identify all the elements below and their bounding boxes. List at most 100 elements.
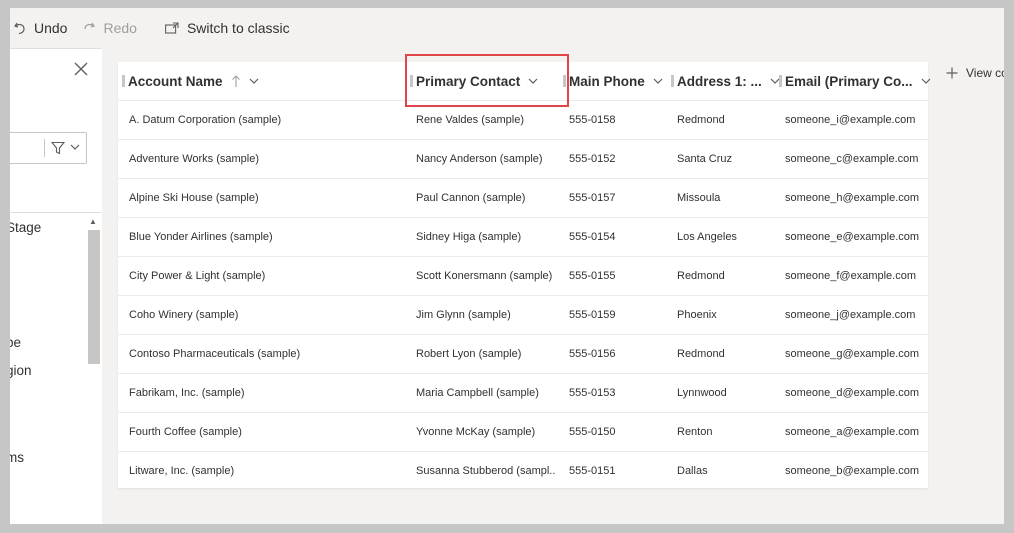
chevron-down-icon — [249, 78, 258, 84]
command-bar: Undo Redo Switch to classic — [10, 8, 1004, 48]
field-item-region[interactable]: gion — [10, 363, 32, 378]
cell-address-city: Los Angeles — [677, 231, 737, 243]
column-header-account-name[interactable]: Account Name — [122, 62, 259, 100]
switch-to-classic-button[interactable]: Switch to classic — [164, 8, 290, 48]
scrollbar-thumb[interactable] — [88, 230, 100, 364]
cell-main-phone: 555-0154 — [569, 231, 616, 243]
cell-account-name[interactable]: Fourth Coffee (sample) — [129, 413, 399, 451]
redo-button[interactable]: Redo — [83, 8, 137, 48]
cell-primary-contact[interactable]: Paul Cannon (sample) — [416, 179, 556, 217]
cell-primary-contact[interactable]: Sidney Higa (sample) — [416, 218, 556, 256]
column-resize-handle[interactable] — [779, 75, 782, 87]
column-header-label: Address 1: ... — [677, 73, 762, 89]
cell-main-phone: 555-0158 — [569, 114, 616, 126]
redo-icon — [84, 22, 96, 30]
cell-main-phone: 555-0152 — [569, 153, 616, 165]
table-row[interactable]: Alpine Ski House (sample) Paul Cannon (s… — [118, 178, 928, 217]
switch-label: Switch to classic — [186, 20, 290, 36]
cell-email[interactable]: someone_c@example.com — [785, 140, 925, 178]
cell-account-name[interactable]: A. Datum Corporation (sample) — [129, 101, 399, 139]
cell-primary-contact[interactable]: Robert Lyon (sample) — [416, 335, 556, 373]
cell-main-phone: 555-0150 — [569, 426, 616, 438]
divider — [44, 139, 45, 157]
cell-primary-contact[interactable]: Yvonne McKay (sample) — [416, 413, 556, 451]
field-item-stage[interactable]: Stage — [10, 220, 41, 235]
column-header-label: Account Name — [128, 73, 223, 89]
undo-button[interactable]: Undo — [14, 8, 67, 48]
cell-account-name[interactable]: Coho Winery (sample) — [129, 296, 399, 334]
cell-address-city: Phoenix — [677, 309, 717, 321]
cell-account-name[interactable]: Adventure Works (sample) — [129, 140, 399, 178]
column-resize-handle[interactable] — [122, 75, 125, 87]
cell-address-city: Redmond — [677, 270, 725, 282]
field-pane: Stage pe gion ms ▲ — [10, 48, 102, 524]
cell-primary-contact[interactable]: Jim Glynn (sample) — [416, 296, 556, 334]
cell-account-name[interactable]: City Power & Light (sample) — [129, 257, 399, 295]
cell-address-city: Missoula — [677, 192, 721, 204]
close-icon[interactable] — [73, 61, 89, 77]
field-item-type[interactable]: pe — [10, 335, 21, 350]
cell-account-name[interactable]: Fabrikam, Inc. (sample) — [129, 374, 399, 412]
cell-account-name[interactable]: Litware, Inc. (sample) — [129, 452, 399, 490]
column-header-address[interactable]: Address 1: ... — [671, 62, 780, 100]
view-column-label: View co — [966, 66, 1004, 80]
cell-main-phone: 555-0151 — [569, 465, 616, 477]
table-row[interactable]: City Power & Light (sample) Scott Koners… — [118, 256, 928, 295]
cell-email[interactable]: someone_d@example.com — [785, 374, 925, 412]
table-row[interactable]: Adventure Works (sample) Nancy Anderson … — [118, 139, 928, 178]
table-row[interactable]: Litware, Inc. (sample) Susanna Stubberod… — [118, 451, 928, 490]
view-column-button[interactable]: View co — [946, 66, 1004, 80]
column-header-email[interactable]: Email (Primary Co... — [779, 62, 931, 100]
cell-email[interactable]: someone_g@example.com — [785, 335, 925, 373]
table-row[interactable]: Coho Winery (sample) Jim Glynn (sample) … — [118, 295, 928, 334]
cell-address-city: Renton — [677, 426, 713, 438]
cell-main-phone: 555-0153 — [569, 387, 616, 399]
undo-icon — [14, 22, 25, 35]
chevron-down-icon — [653, 78, 663, 84]
cell-primary-contact[interactable]: Scott Konersmann (sample) — [416, 257, 556, 295]
cell-account-name[interactable]: Alpine Ski House (sample) — [129, 179, 399, 217]
editor-frame: Undo Redo Switch to classic Stage e ion … — [10, 8, 1004, 524]
sort-ascending-icon — [231, 74, 240, 87]
table-row[interactable]: Contoso Pharmaceuticals (sample) Robert … — [118, 334, 928, 373]
cell-email[interactable]: someone_f@example.com — [785, 257, 925, 295]
table-row[interactable]: Fourth Coffee (sample) Yvonne McKay (sam… — [118, 412, 928, 451]
field-search-input[interactable] — [10, 132, 87, 164]
undo-label: Undo — [34, 20, 68, 36]
table-row[interactable]: Blue Yonder Airlines (sample) Sidney Hig… — [118, 217, 928, 256]
column-resize-handle[interactable] — [671, 75, 674, 87]
column-header-label: Main Phone — [569, 73, 645, 89]
cell-email[interactable]: someone_b@example.com — [785, 452, 925, 490]
switch-icon — [164, 22, 179, 34]
highlight-box — [405, 54, 569, 107]
cell-account-name[interactable]: Blue Yonder Airlines (sample) — [129, 218, 399, 256]
cell-primary-contact[interactable]: Susanna Stubberod (sampl... — [416, 452, 556, 490]
chevron-down-icon[interactable] — [70, 144, 80, 151]
cell-main-phone: 555-0157 — [569, 192, 616, 204]
cell-email[interactable]: someone_j@example.com — [785, 296, 925, 334]
cell-address-city: Lynnwood — [677, 387, 727, 399]
column-header-label: Email (Primary Co... — [785, 73, 913, 89]
cell-main-phone: 555-0159 — [569, 309, 616, 321]
data-grid: Account Name Primary Contact Main Phone — [118, 62, 931, 490]
cell-address-city: Redmond — [677, 348, 725, 360]
column-header-main-phone[interactable]: Main Phone — [563, 62, 663, 100]
filter-icon[interactable] — [51, 141, 65, 155]
table-row[interactable]: Fabrikam, Inc. (sample) Maria Campbell (… — [118, 373, 928, 412]
cell-address-city: Redmond — [677, 114, 725, 126]
scroll-up-arrow[interactable]: ▲ — [89, 217, 97, 226]
field-item-terms[interactable]: ms — [10, 450, 24, 465]
cell-address-city: Santa Cruz — [677, 153, 733, 165]
redo-label: Redo — [103, 20, 137, 36]
cell-primary-contact[interactable]: Nancy Anderson (sample) — [416, 140, 556, 178]
chevron-down-icon — [921, 78, 930, 84]
cell-account-name[interactable]: Contoso Pharmaceuticals (sample) — [129, 335, 399, 373]
cell-main-phone: 555-0155 — [569, 270, 616, 282]
cell-email[interactable]: someone_i@example.com — [785, 101, 925, 139]
cell-email[interactable]: someone_a@example.com — [785, 413, 925, 451]
cell-address-city: Dallas — [677, 465, 708, 477]
cell-main-phone: 555-0156 — [569, 348, 616, 360]
cell-primary-contact[interactable]: Maria Campbell (sample) — [416, 374, 556, 412]
cell-email[interactable]: someone_h@example.com — [785, 179, 925, 217]
cell-email[interactable]: someone_e@example.com — [785, 218, 925, 256]
